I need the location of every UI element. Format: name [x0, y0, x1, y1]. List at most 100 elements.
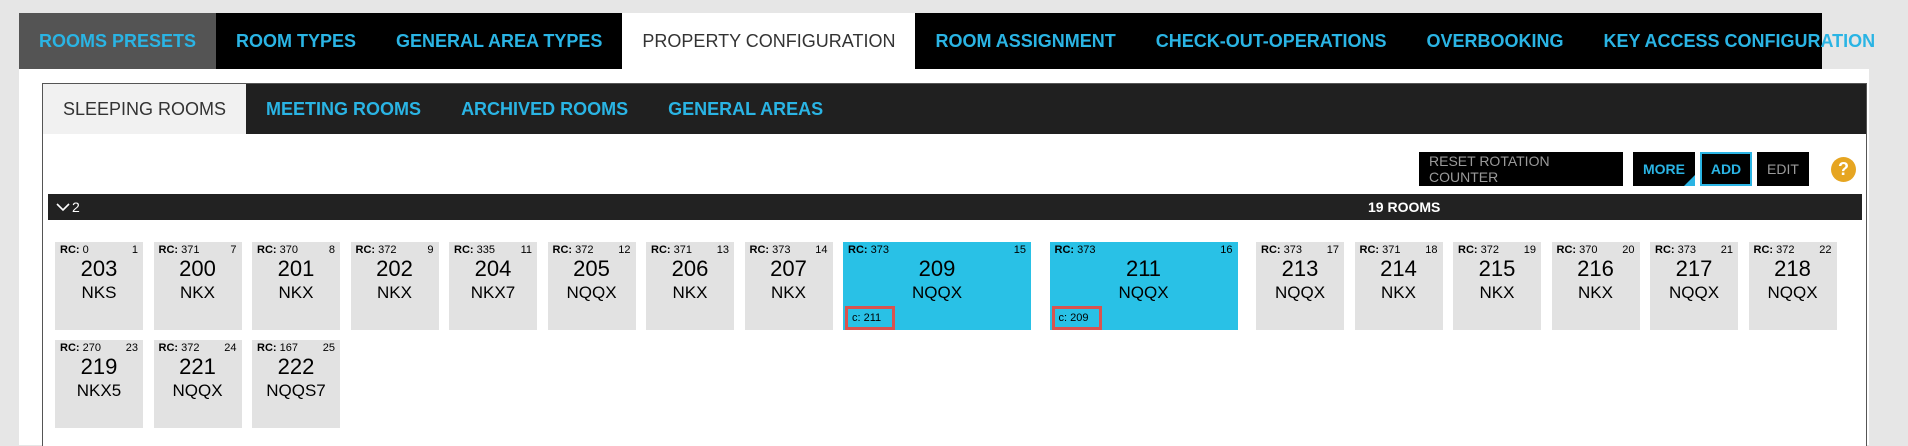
room-number: 218 — [1774, 256, 1811, 281]
subtab-sleeping-rooms[interactable]: SLEEPING ROOMS — [43, 84, 247, 134]
room-tile[interactable]: RC: 371 18 214 NKX — [1354, 242, 1443, 330]
top-tab-bar: ROOMS PRESETS ROOM TYPES GENERAL AREA TY… — [19, 13, 1875, 69]
room-number: 215 — [1478, 256, 1516, 281]
rotation-counter: RC: 0 — [60, 244, 89, 256]
rotation-counter-value: 371 — [178, 244, 200, 256]
property-configuration-panel: SLEEPING ROOMS MEETING ROOMS ARCHIVED RO… — [42, 83, 1867, 446]
rotation-counter: RC: 371 — [1360, 244, 1401, 256]
room-tile[interactable]: RC: 373 15 209 NQQX c: 211 — [843, 242, 1031, 330]
room-index: 21 — [1720, 244, 1733, 256]
room-index: 20 — [1622, 244, 1635, 256]
rotation-counter-value: 373 — [1674, 244, 1696, 256]
rotation-counter-value: 372 — [178, 342, 200, 354]
room-type: NQQX — [1274, 283, 1326, 302]
room-index: 25 — [322, 342, 335, 354]
rotation-counter-prefix: RC: — [257, 342, 277, 354]
rotation-counter: RC: 370 — [257, 244, 298, 256]
reset-rotation-counter-button[interactable]: RESET ROTATION COUNTER — [1419, 152, 1623, 186]
rotation-counter-value: 373 — [1280, 244, 1302, 256]
dropdown-corner-icon — [1684, 175, 1695, 186]
rotation-counter-value: 373 — [769, 244, 791, 256]
room-tile[interactable]: RC: 371 7 200 NKX — [153, 242, 242, 330]
rotation-counter-prefix: RC: — [749, 244, 770, 256]
room-tile[interactable]: RC: 167 25 222 NQQS7 — [252, 340, 340, 428]
rotation-counter-value: 373 — [867, 244, 889, 256]
room-tile[interactable]: RC: 372 9 202 NKX — [350, 242, 439, 330]
tab-room-types[interactable]: ROOM TYPES — [216, 13, 376, 69]
rotation-counter-value: 370 — [1576, 244, 1598, 256]
rotation-counter: RC: 372 — [356, 244, 397, 256]
room-index: 15 — [1013, 244, 1026, 256]
room-type: NQQX — [566, 283, 617, 302]
tab-property-configuration[interactable]: PROPERTY CONFIGURATION — [622, 13, 916, 69]
room-tile[interactable]: RC: 372 19 215 NKX — [1453, 242, 1541, 330]
more-button[interactable]: MORE — [1633, 152, 1695, 186]
chevron-down-icon — [56, 203, 70, 212]
room-tile[interactable]: RC: 270 23 219 NKX5 — [55, 340, 143, 428]
rotation-counter: RC: 373 — [1055, 244, 1096, 256]
help-icon[interactable]: ? — [1831, 156, 1856, 182]
room-index: 14 — [815, 244, 828, 256]
room-type: NKX — [278, 283, 314, 302]
tab-room-assignment[interactable]: ROOM ASSIGNMENT — [915, 13, 1135, 69]
room-number: 217 — [1675, 256, 1713, 281]
add-button[interactable]: ADD — [1700, 152, 1752, 186]
room-number: 211 — [1125, 256, 1162, 281]
rotation-counter-prefix: RC: — [1655, 244, 1675, 256]
room-tile[interactable]: RC: 373 17 213 NQQX — [1256, 242, 1344, 330]
room-tile[interactable]: RC: 373 16 211 NQQX c: 209 — [1049, 242, 1238, 330]
toolbar: RESET ROTATION COUNTER MORE ADD EDIT ? — [1419, 152, 1856, 186]
room-tile[interactable]: RC: 372 24 221 NQQX — [153, 340, 242, 428]
edit-button[interactable]: EDIT — [1757, 152, 1809, 186]
room-tile[interactable]: RC: 373 14 207 NKX — [744, 242, 833, 330]
room-number: 200 — [179, 256, 216, 281]
tab-overbooking[interactable]: OVERBOOKING — [1406, 13, 1583, 69]
room-type: NKS — [81, 283, 117, 302]
room-type: NKX — [1479, 283, 1515, 302]
rotation-counter: RC: 373 — [750, 244, 791, 256]
rotation-counter-value: 372 — [1773, 244, 1795, 256]
tab-rooms-presets[interactable]: ROOMS PRESETS — [19, 13, 217, 69]
room-tile[interactable]: RC: 372 12 205 NQQX — [547, 242, 636, 330]
tab-general-area-types[interactable]: GENERAL AREA TYPES — [376, 13, 622, 69]
subtab-archived-rooms[interactable]: ARCHIVED ROOMS — [441, 84, 648, 134]
rotation-counter: RC: 372 — [1754, 244, 1795, 256]
rotation-counter: RC: 373 — [1261, 244, 1302, 256]
rotation-counter-prefix: RC: — [1753, 244, 1774, 256]
room-tile[interactable]: RC: 371 13 206 NKX — [646, 242, 734, 330]
rotation-counter-prefix: RC: — [60, 244, 80, 256]
room-number: 216 — [1577, 256, 1614, 281]
room-number: 213 — [1281, 256, 1319, 281]
rotation-counter-value: 335 — [473, 244, 495, 256]
tab-key-access-configuration[interactable]: KEY ACCESS CONFIGURATION — [1583, 13, 1895, 69]
rotation-counter-prefix: RC: — [552, 244, 573, 256]
room-tile[interactable]: RC: 373 21 217 NQQX — [1650, 242, 1738, 330]
connected-room-badge[interactable]: c: 211 — [845, 306, 895, 330]
room-tile[interactable]: RC: 370 8 201 NKX — [252, 242, 340, 330]
group-toggle[interactable]: 2 — [56, 194, 80, 220]
rotation-counter-value: 372 — [375, 244, 397, 256]
sub-tab-bar: SLEEPING ROOMS MEETING ROOMS ARCHIVED RO… — [43, 84, 1866, 134]
subtab-meeting-rooms[interactable]: MEETING ROOMS — [246, 84, 441, 134]
room-number: 205 — [573, 256, 610, 281]
room-type: NQQS7 — [266, 381, 326, 400]
group-label: 2 — [72, 199, 80, 215]
room-tile[interactable]: RC: 0 1 203 NKS — [55, 242, 143, 330]
room-index: 23 — [125, 342, 138, 354]
rotation-counter: RC: 167 — [257, 342, 298, 354]
room-index: 9 — [427, 244, 434, 256]
subtab-general-areas[interactable]: GENERAL AREAS — [648, 84, 843, 134]
room-tile[interactable]: RC: 372 22 218 NQQX — [1748, 242, 1837, 330]
room-number: 206 — [671, 256, 709, 281]
room-tile[interactable]: RC: 370 20 216 NKX — [1551, 242, 1640, 330]
room-type: NQQX — [172, 381, 223, 400]
tab-check-out-operations[interactable]: CHECK-OUT-OPERATIONS — [1136, 13, 1407, 69]
room-number: 203 — [80, 256, 118, 281]
rotation-counter: RC: 372 — [1458, 244, 1499, 256]
room-number: 214 — [1380, 256, 1417, 281]
rotation-counter: RC: 373 — [1655, 244, 1696, 256]
room-number: 204 — [474, 256, 512, 281]
room-tile[interactable]: RC: 335 11 204 NKX7 — [449, 242, 537, 330]
room-type: NKX5 — [76, 381, 122, 400]
connected-room-badge[interactable]: c: 209 — [1051, 306, 1102, 330]
